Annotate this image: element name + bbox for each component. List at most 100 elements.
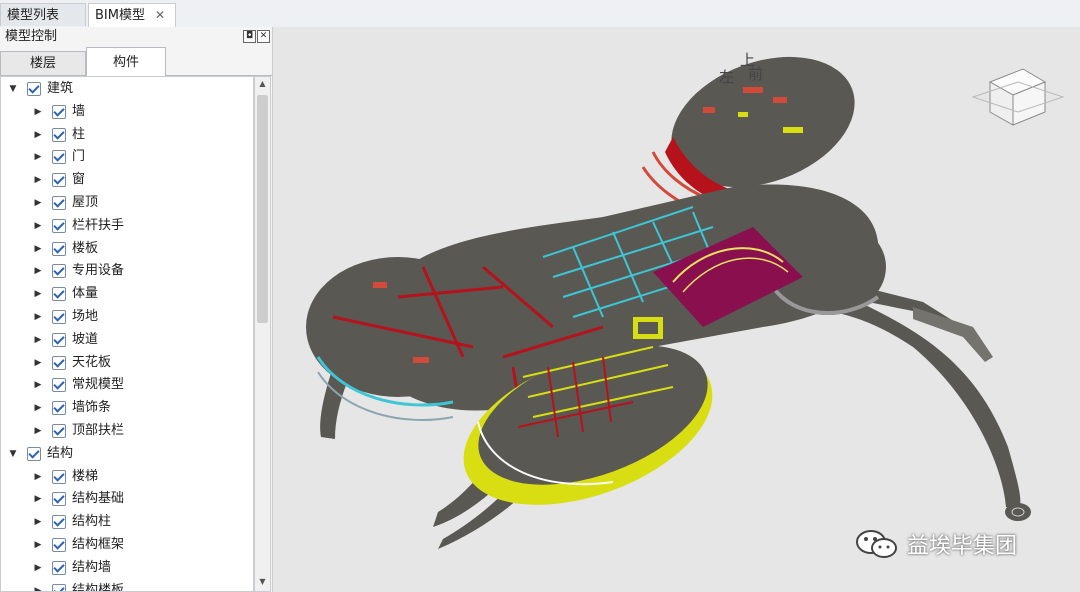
close-icon[interactable]: ✕ [155,8,165,22]
tree-item-label: 建筑 [47,81,74,96]
tree-item-row[interactable]: ▶ 楼梯 [1,466,251,488]
bim-model-render[interactable] [273,27,1080,592]
tree-item-row[interactable]: ▶ 结构框架 [1,534,251,556]
panel-title: 模型控制 [5,29,58,44]
expand-arrow-icon[interactable]: ▶ [32,124,44,146]
expand-arrow-icon[interactable]: ▶ [32,238,44,260]
visibility-checkbox[interactable] [52,332,66,347]
visibility-checkbox[interactable] [27,446,41,461]
tab-bim-model[interactable]: BIM模型 ✕ [88,3,176,28]
tree-item-row[interactable]: ▶ 结构墙 [1,557,251,579]
tree-item-row[interactable]: ▶ 门 [1,146,251,168]
visibility-checkbox[interactable] [52,104,66,119]
tab-components[interactable]: 构件 [86,47,166,76]
tree-item-row[interactable]: ▶ 墙饰条 [1,397,251,419]
tree-item-label: 门 [72,149,86,165]
tree-item-label: 顶部扶栏 [72,423,125,438]
tree-item-row[interactable]: ▶ 栏杆扶手 [1,215,251,237]
expand-arrow-icon[interactable]: ▶ [32,534,44,556]
tree-item-row[interactable]: ▶ 场地 [1,306,251,328]
expand-arrow-icon[interactable]: ▶ [32,352,44,374]
expand-arrow-icon[interactable]: ▶ [32,580,44,591]
close-panel-icon[interactable]: ✕ [257,30,270,43]
tab-label: BIM模型 [95,8,145,23]
float-panel-icon[interactable]: ◘ [243,30,256,43]
tree-item-label: 窗 [72,172,86,188]
tree-item-row[interactable]: ▶ 楼板 [1,238,251,260]
scroll-up-icon[interactable]: ▲ [257,79,268,91]
scroll-thumb[interactable] [257,95,268,323]
tree-scrollbar[interactable]: ▲ ▼ [254,76,271,592]
expand-arrow-icon[interactable]: ▶ [32,169,44,191]
tree-item-label: 柱 [72,126,86,142]
expand-arrow-icon[interactable]: ▶ [32,466,44,488]
visibility-checkbox[interactable] [52,218,66,233]
expand-arrow-icon[interactable]: ▶ [32,192,44,214]
tree-item-row[interactable]: ▶ 墙 [1,101,251,123]
bim-3d-viewport[interactable]: 上 左 前 [273,27,1080,592]
visibility-checkbox[interactable] [52,560,66,575]
tree-item-label: 场地 [72,309,99,324]
visibility-checkbox[interactable] [52,492,66,507]
expand-arrow-icon[interactable]: ▶ [32,101,44,123]
view-cube[interactable] [971,68,1065,126]
tree-item-row[interactable]: ▶ 柱 [1,124,251,146]
tab-floors[interactable]: 楼层 [0,51,86,75]
expand-arrow-icon[interactable]: ▶ [32,420,44,442]
watermark-text: 益埃毕集团 [907,534,1018,559]
visibility-checkbox[interactable] [52,287,66,302]
visibility-checkbox[interactable] [52,401,66,416]
tree-item-label: 墙 [72,103,86,119]
expand-arrow-icon[interactable]: ▶ [32,215,44,237]
visibility-checkbox[interactable] [52,127,66,142]
visibility-checkbox[interactable] [52,196,66,210]
panel-subtabs: 楼层 构件 [0,47,272,76]
expand-arrow-icon[interactable]: ▶ [32,260,44,282]
tree-item-row[interactable]: ▶ 结构基础 [1,488,251,510]
tree-item-row[interactable]: ▶ 顶部扶栏 [1,420,251,442]
expand-arrow-icon[interactable]: ▶ [32,557,44,579]
tree-item-label: 天花板 [72,354,112,370]
viewcube-left-label: 左 [719,68,735,86]
tree-item-label: 栏杆扶手 [72,217,125,233]
expand-arrow-icon[interactable]: ▶ [32,488,44,510]
tree-category-row[interactable]: ▼ 建筑 [1,78,251,100]
visibility-checkbox[interactable] [52,378,66,393]
visibility-checkbox[interactable] [52,538,66,552]
visibility-checkbox[interactable] [27,82,41,96]
tree-item-row[interactable]: ▶ 天花板 [1,352,251,374]
tree-item-row[interactable]: ▶ 体量 [1,283,251,305]
tree-item-label: 专用设备 [72,263,125,279]
visibility-checkbox[interactable] [52,469,66,484]
expand-arrow-icon[interactable]: ▶ [32,397,44,419]
tree-item-label: 楼梯 [72,468,99,484]
tree-category-row[interactable]: ▼ 结构 [1,443,251,465]
tree-item-row[interactable]: ▶ 坡道 [1,329,251,351]
tree-item-row[interactable]: ▶ 结构楼板 [1,580,251,591]
tree-item-row[interactable]: ▶ 结构柱 [1,511,251,533]
scroll-down-icon[interactable]: ▼ [257,577,268,589]
tree-item-row[interactable]: ▶ 屋顶 [1,192,251,214]
tree-item-label: 楼板 [72,240,99,256]
tab-model-list[interactable]: 模型列表✕ [0,3,86,45]
visibility-checkbox[interactable] [52,310,66,324]
expand-arrow-icon[interactable]: ▶ [32,329,44,351]
expand-arrow-icon[interactable]: ▶ [32,306,44,328]
visibility-checkbox[interactable] [52,241,66,256]
expand-arrow-icon[interactable]: ▶ [32,511,44,533]
visibility-checkbox[interactable] [52,355,66,370]
visibility-checkbox[interactable] [52,264,66,279]
expand-arrow-icon[interactable]: ▶ [32,146,44,168]
tree-item-row[interactable]: ▶ 常规模型 [1,374,251,396]
visibility-checkbox[interactable] [52,150,66,165]
visibility-checkbox[interactable] [52,424,66,438]
visibility-checkbox[interactable] [52,515,66,530]
collapse-arrow-icon[interactable]: ▼ [7,78,19,100]
tree-item-row[interactable]: ▶ 窗 [1,169,251,191]
visibility-checkbox[interactable] [52,173,66,188]
visibility-checkbox[interactable] [52,583,66,591]
expand-arrow-icon[interactable]: ▶ [32,283,44,305]
tree-item-row[interactable]: ▶ 专用设备 [1,260,251,282]
collapse-arrow-icon[interactable]: ▼ [7,443,19,465]
expand-arrow-icon[interactable]: ▶ [32,374,44,396]
